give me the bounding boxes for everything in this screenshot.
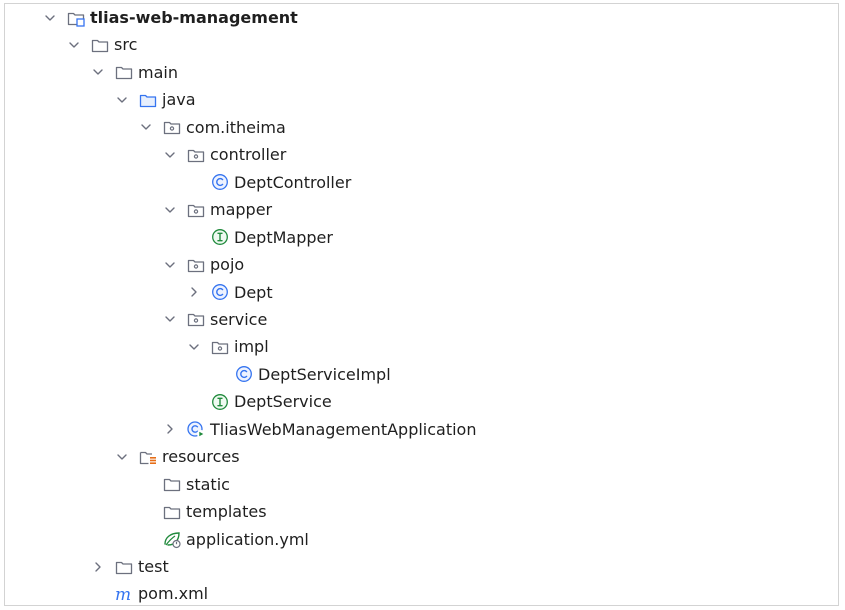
tree-item-label: DeptController [234,172,352,192]
chevron-right-icon[interactable] [90,559,106,575]
tree-item[interactable]: resources [114,443,240,470]
project-tree-panel: tlias-web-management src main java com.ithei… [4,3,839,606]
chevron-down-icon[interactable] [114,92,130,108]
tree-item-label: pom.xml [138,584,209,604]
tree-item[interactable]: main [90,59,178,86]
tree-item[interactable]: controller [162,141,286,168]
tree-item-label: templates [186,502,267,522]
chevron-down-icon[interactable] [186,339,202,355]
tree-item-label: main [138,62,178,82]
tree-item[interactable]: templates [138,498,267,525]
maven-icon: m [114,584,134,604]
package-icon [162,117,182,137]
folder-icon [114,62,134,82]
tree-item-label: controller [210,145,287,165]
chevron-down-icon[interactable] [162,311,178,327]
tree-item-label: DeptServiceImpl [258,364,391,384]
tree-item-label: DeptMapper [234,227,333,247]
tree-item-label: TliasWebManagementApplication [210,419,477,439]
spring-boot-app-icon [186,419,206,439]
tree-item[interactable]: DeptService [186,388,332,415]
chevron-down-icon[interactable] [162,202,178,218]
tree-item[interactable]: pojo [162,251,244,278]
package-icon [186,200,206,220]
resources-folder-icon [138,447,158,467]
tree-item[interactable]: Dept [186,279,273,306]
tree-item-label: test [138,557,169,576]
tree-item-label: pojo [210,255,245,275]
tree-item[interactable]: com.itheima [138,114,286,141]
tree-item[interactable]: src [66,31,137,58]
spring-config-icon [162,529,182,549]
chevron-down-icon[interactable] [138,119,154,135]
tree-item-label: tlias-web-management [90,8,298,27]
chevron-right-icon[interactable] [162,421,178,437]
tree-item-label: com.itheima [186,117,286,137]
folder-icon [162,474,182,494]
class-icon [210,172,230,192]
tree-item-label: DeptService [234,392,332,412]
tree-item[interactable]: static [138,471,230,498]
class-icon [234,364,254,384]
package-icon [210,337,230,357]
tree-item[interactable]: TliasWebManagementApplication [162,416,476,443]
package-icon [186,255,206,275]
folder-icon [162,502,182,522]
tree-item[interactable]: mapper [162,196,272,223]
tree-item-label: application.yml [186,529,309,549]
tree-item-label: resources [162,447,240,467]
class-icon [210,282,230,302]
tree-item[interactable]: tlias-web-management [42,4,298,31]
tree-item[interactable]: test [90,553,169,580]
module-folder-icon [66,8,86,28]
package-icon [186,309,206,329]
tree-item[interactable]: java [114,86,196,113]
tree-item[interactable]: application.yml [138,526,309,553]
interface-icon [210,227,230,247]
tree-item-label: src [114,35,138,55]
tree-item-label: static [186,474,230,494]
interface-icon [210,392,230,412]
source-folder-icon [138,90,158,110]
chevron-right-icon[interactable] [186,284,202,300]
tree-item-label: Dept [234,282,273,302]
svg-text:m: m [115,585,131,604]
chevron-down-icon[interactable] [162,147,178,163]
chevron-down-icon[interactable] [162,257,178,273]
tree-item[interactable]: impl [186,333,269,360]
tree-item[interactable]: DeptServiceImpl [210,361,391,388]
tree-item[interactable]: DeptMapper [186,224,333,251]
tree-item-label: mapper [210,200,273,220]
tree-item[interactable]: DeptController [186,169,351,196]
tree-item-label: service [210,309,268,329]
chevron-down-icon[interactable] [42,10,58,26]
tree-item[interactable]: m pom.xml [90,580,208,607]
tree-item-label: impl [234,337,269,357]
chevron-down-icon[interactable] [90,64,106,80]
folder-icon [114,557,134,577]
tree-item[interactable]: service [162,306,267,333]
folder-icon [90,35,110,55]
package-icon [186,145,206,165]
chevron-down-icon[interactable] [114,449,130,465]
chevron-down-icon[interactable] [66,37,82,53]
tree-item-label: java [162,90,196,110]
